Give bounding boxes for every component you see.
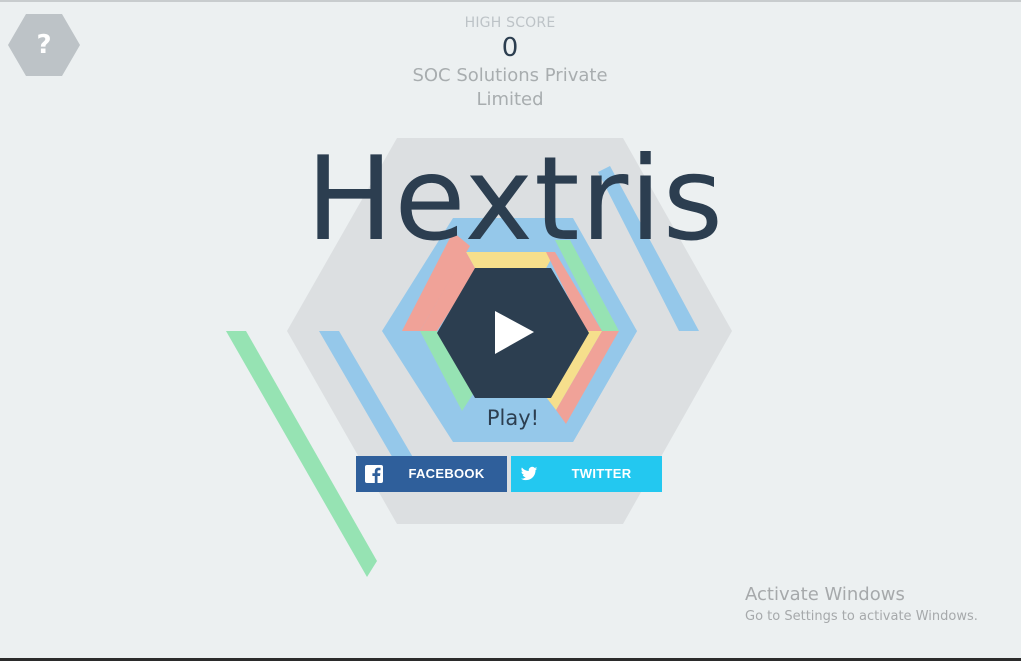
facebook-share-button[interactable]: FACEBOOK bbox=[356, 456, 507, 492]
play-label[interactable]: Play! bbox=[453, 406, 573, 430]
high-score-label: HIGH SCORE bbox=[464, 15, 556, 31]
company-name-line2: Limited bbox=[476, 89, 544, 110]
help-button[interactable]: ? bbox=[8, 14, 80, 76]
company-name-line1: SOC Solutions Private bbox=[412, 65, 608, 86]
activate-subtitle: Go to Settings to activate Windows. bbox=[745, 609, 978, 624]
activate-title: Activate Windows bbox=[745, 584, 905, 605]
center-hexagon bbox=[437, 268, 589, 398]
twitter-icon bbox=[520, 466, 538, 481]
twitter-share-button[interactable]: TWITTER bbox=[511, 456, 662, 492]
facebook-icon bbox=[365, 465, 383, 483]
facebook-label: FACEBOOK bbox=[408, 466, 485, 481]
help-label: ? bbox=[36, 30, 52, 60]
twitter-label: TWITTER bbox=[571, 466, 632, 481]
play-button[interactable] bbox=[437, 268, 589, 398]
game-title: Hextris bbox=[305, 132, 725, 267]
score-panel: HIGH SCORE 0 SOC Solutions Private Limit… bbox=[360, 14, 660, 112]
high-score-value: 0 bbox=[501, 33, 519, 63]
windows-activation-watermark: Activate Windows Go to Settings to activ… bbox=[745, 583, 1015, 627]
